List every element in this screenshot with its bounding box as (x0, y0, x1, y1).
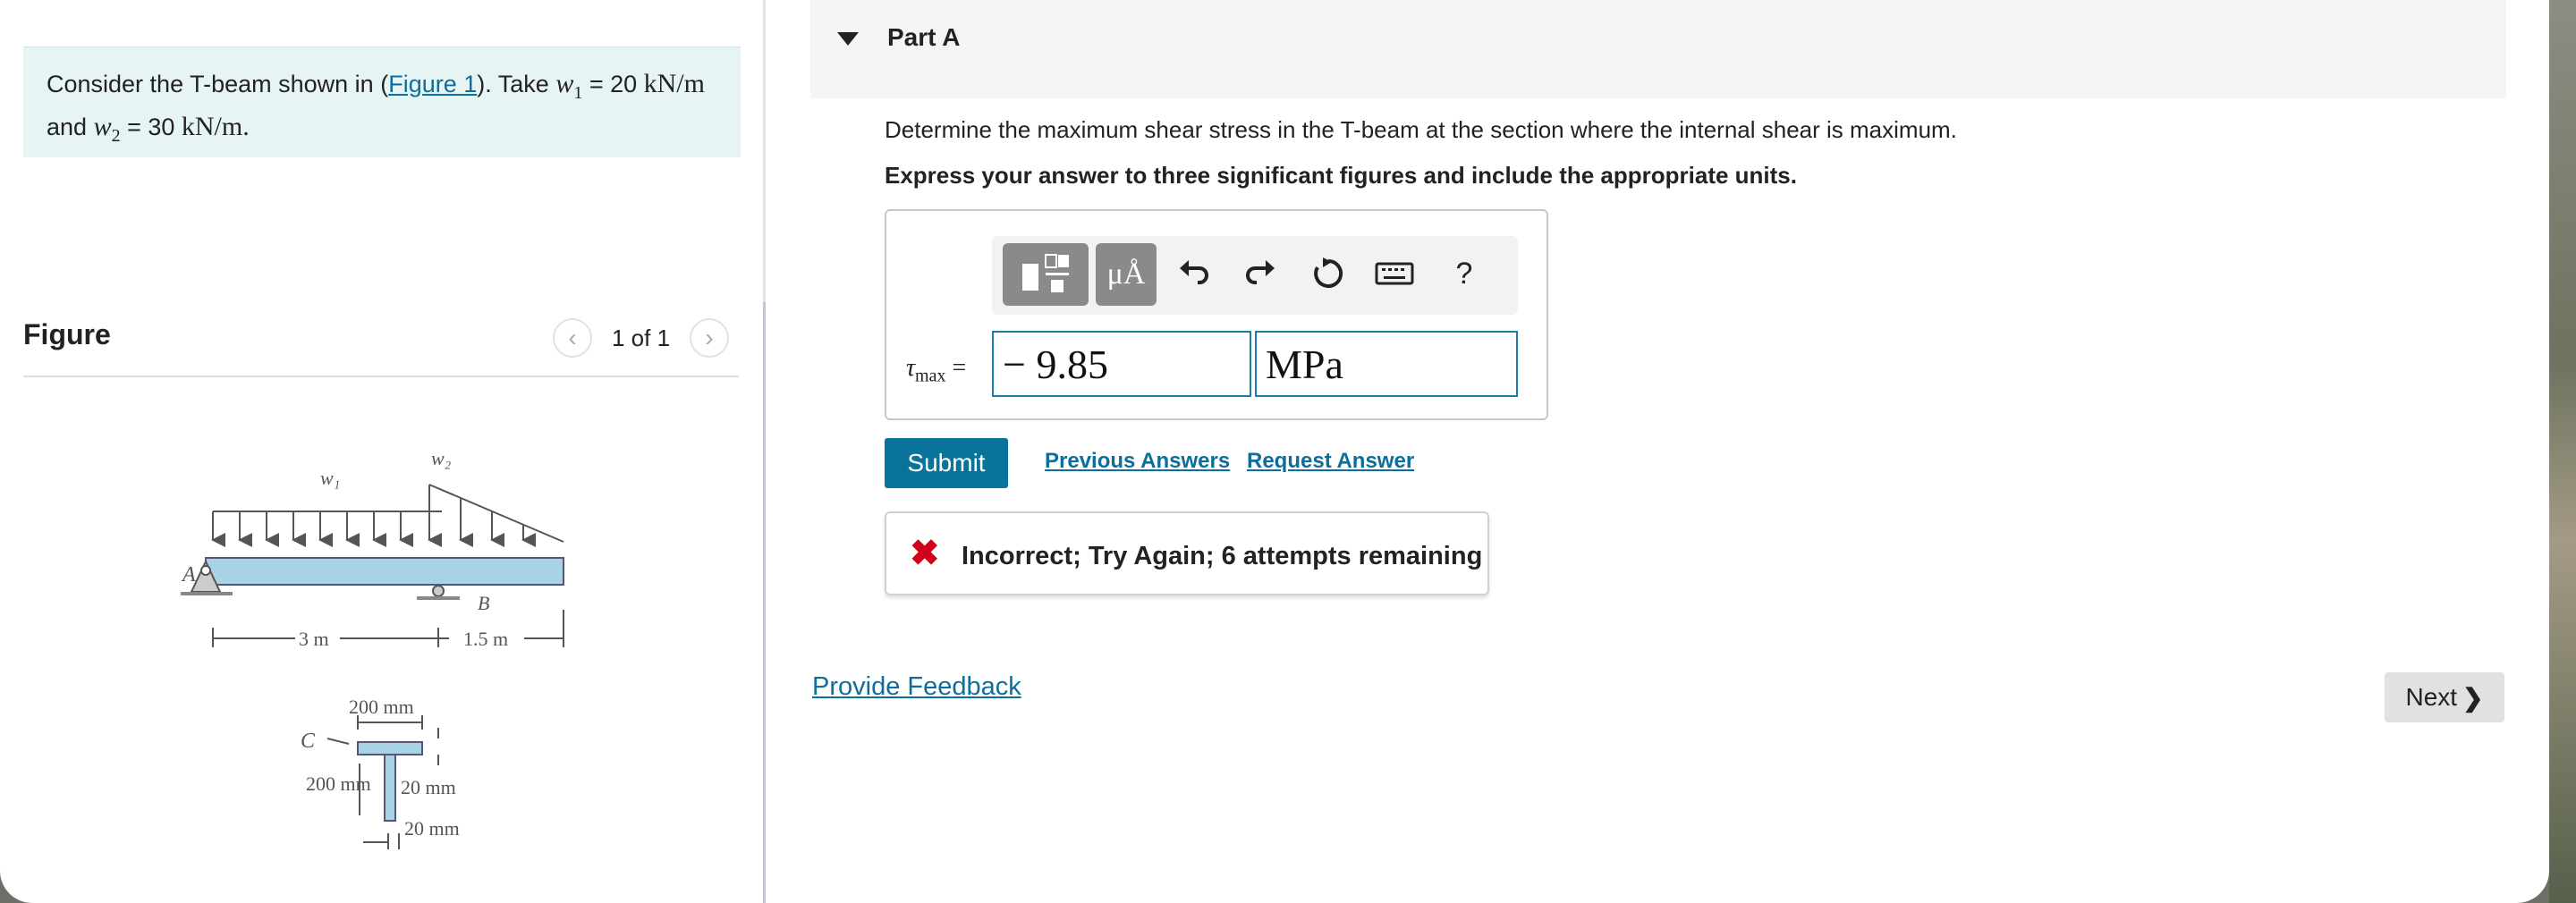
reset-icon (1314, 257, 1343, 288)
main-pane: Part A Determine the maximum shear stres… (810, 0, 2506, 903)
help-button[interactable]: ? (1439, 249, 1489, 299)
w1-symbol: w1 (555, 69, 583, 103)
unit-input[interactable]: MPa (1255, 331, 1518, 397)
figure-link[interactable]: Figure 1 (388, 71, 477, 97)
pane-resize-handle[interactable] (763, 302, 766, 903)
error-x-icon: ✖ (910, 534, 940, 573)
span1-label: 3 m (299, 628, 329, 650)
roller-support-b (417, 585, 460, 600)
provide-feedback-link[interactable]: Provide Feedback (812, 672, 1021, 702)
undo-button[interactable] (1169, 249, 1219, 299)
reset-button[interactable] (1303, 249, 1353, 299)
part-title: Part A (887, 23, 961, 51)
desktop-background (2549, 0, 2576, 903)
intro-text: and (47, 114, 94, 140)
collapse-triangle-icon[interactable] (837, 32, 859, 46)
w1-value: = 20 (582, 71, 644, 97)
w2-value: = 30 (120, 114, 182, 140)
question-text: Determine the maximum shear stress in th… (885, 116, 1957, 143)
w2-label: w₂ (431, 447, 452, 469)
w1-label: w₁ (320, 467, 340, 489)
web-thk-label: 20 mm (404, 817, 460, 840)
chevron-right-icon: › (705, 324, 714, 351)
load-arrows (211, 484, 564, 547)
figure-title: Figure (23, 318, 111, 350)
units-icon: μÅ (1106, 257, 1146, 291)
keyboard-button[interactable] (1369, 249, 1419, 299)
prev-figure-button[interactable]: ‹ (553, 318, 592, 358)
t-flange (357, 741, 423, 755)
figure-count: 1 of 1 (612, 324, 671, 351)
browser-window: Consider the T-beam shown in (Figure 1).… (0, 0, 2549, 903)
part-header[interactable]: Part A (810, 0, 2506, 98)
undo-icon (1180, 260, 1208, 284)
span-dimensions (212, 610, 564, 647)
w1-unit: kN/m (643, 69, 705, 98)
redo-button[interactable] (1235, 249, 1285, 299)
next-figure-button[interactable]: › (690, 318, 730, 358)
label-b: B (478, 592, 489, 614)
intro-text: Consider the T-beam shown in ( (47, 71, 389, 97)
answer-box: μÅ ? τmax = − 9.85 MPa (885, 209, 1548, 420)
math-toolbar: μÅ ? (992, 236, 1518, 315)
answer-label: τmax = (906, 354, 967, 386)
template-icon (1022, 254, 1069, 292)
chevron-left-icon: ‹ (568, 324, 577, 351)
intro-text: ). Take (477, 71, 556, 97)
figure-pager: ‹ 1 of 1 › (553, 318, 730, 358)
span2-label: 1.5 m (463, 628, 508, 650)
w2-unit: kN/m. (181, 112, 250, 141)
redo-icon (1246, 260, 1275, 284)
w2-symbol: w2 (93, 112, 121, 146)
next-label: Next (2405, 683, 2458, 711)
left-pane: Consider the T-beam shown in (Figure 1).… (0, 0, 764, 903)
figure-divider (23, 376, 739, 377)
label-a: A (181, 563, 196, 587)
feedback-box: ✖ Incorrect; Try Again; 6 attempts remai… (885, 511, 1489, 595)
next-button[interactable]: Next ❯ (2385, 672, 2504, 722)
value-input[interactable]: − 9.85 (992, 331, 1251, 397)
problem-statement: Consider the T-beam shown in (Figure 1).… (23, 46, 741, 157)
units-button[interactable]: μÅ (1096, 243, 1157, 306)
keyboard-icon (1375, 262, 1414, 285)
submit-button[interactable]: Submit (885, 438, 1008, 488)
chevron-right-icon: ❯ (2462, 683, 2484, 712)
request-answer-link[interactable]: Request Answer (1247, 449, 1414, 474)
instruction-text: Express your answer to three significant… (885, 162, 1797, 189)
template-button[interactable] (1003, 243, 1089, 306)
help-icon: ? (1455, 256, 1473, 291)
beam (205, 557, 564, 586)
flange-width-label: 200 mm (349, 696, 414, 718)
feedback-message: Incorrect; Try Again; 6 attempts remaini… (962, 542, 1483, 570)
web-depth-label: 200 mm (306, 772, 371, 795)
beam-figure: w₁ w₂ A B 3 m 1.5 m 200 mm C 200 mm 20 m… (181, 447, 564, 849)
t-web (384, 754, 396, 822)
flange-thk-label: 20 mm (401, 776, 456, 798)
label-c: C (301, 730, 316, 753)
previous-answers-link[interactable]: Previous Answers (1045, 449, 1230, 474)
